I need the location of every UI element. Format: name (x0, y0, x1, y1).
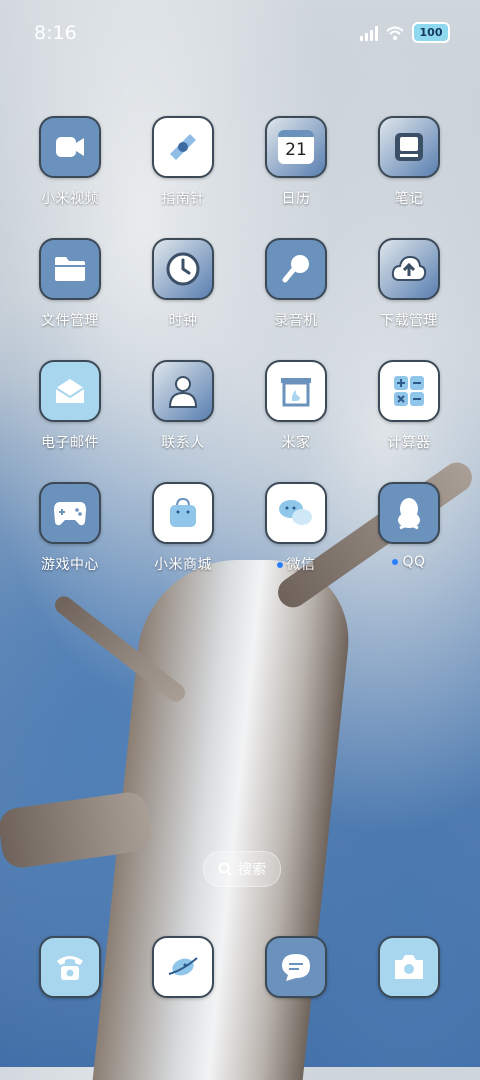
microphone-icon (265, 238, 327, 300)
app-calculator[interactable]: 计算器 (354, 360, 464, 470)
app-clock[interactable]: 时钟 (128, 238, 238, 348)
app-label: 笔记 (394, 191, 424, 207)
home-fireplace-icon (265, 360, 327, 422)
app-label: 时钟 (168, 313, 198, 329)
app-label-text: 微信 (286, 557, 316, 573)
app-email[interactable]: 电子邮件 (15, 360, 125, 470)
dock-browser[interactable] (128, 936, 238, 1000)
calendar-icon: 21 (265, 116, 327, 178)
app-label: 微信 (241, 554, 351, 574)
app-download-manager[interactable]: 下载管理 (354, 238, 464, 348)
app-notes[interactable]: 笔记 (354, 116, 464, 226)
app-mi-video[interactable]: 小米视频 (15, 116, 125, 226)
app-label: 电子邮件 (41, 435, 99, 451)
app-label: QQ (354, 554, 464, 570)
app-label: 小米商城 (154, 557, 212, 573)
app-label: 录音机 (274, 313, 318, 329)
app-label: 游戏中心 (41, 557, 99, 573)
cloud-download-icon (378, 238, 440, 300)
app-calendar[interactable]: 21 日历 (241, 116, 351, 226)
notification-dot (276, 562, 283, 568)
contact-person-icon (152, 360, 214, 422)
search-label: 搜索 (238, 862, 266, 878)
dock-camera[interactable] (354, 936, 464, 1000)
app-contacts[interactable]: 联系人 (128, 360, 238, 470)
app-label: 计算器 (387, 435, 431, 451)
shopping-bag-icon (152, 482, 214, 544)
mail-icon (39, 360, 101, 422)
video-camera-icon (39, 116, 101, 178)
clock-icon (152, 238, 214, 300)
camera-icon (378, 936, 440, 998)
notification-dot (392, 559, 399, 565)
phone-icon (39, 936, 101, 998)
dock-messages[interactable] (241, 936, 351, 1000)
app-label: 联系人 (161, 435, 205, 451)
app-recorder[interactable]: 录音机 (241, 238, 351, 348)
calculator-icon (378, 360, 440, 422)
battery-icon: 100 (412, 22, 450, 43)
app-qq[interactable]: QQ (354, 482, 464, 592)
calendar-day: 21 (285, 140, 307, 160)
chat-bubbles-icon (265, 482, 327, 544)
app-label: 小米视频 (41, 191, 99, 207)
search-icon (218, 862, 232, 876)
app-compass[interactable]: 指南针 (128, 116, 238, 226)
app-game-center[interactable]: 游戏中心 (15, 482, 125, 592)
wifi-icon (386, 26, 404, 40)
dock-phone[interactable] (15, 936, 125, 1000)
notes-icon (378, 116, 440, 178)
app-label-text: QQ (402, 554, 426, 570)
folder-icon (39, 238, 101, 300)
app-file-manager[interactable]: 文件管理 (15, 238, 125, 348)
dock (0, 936, 480, 1000)
penguin-icon (378, 482, 440, 544)
status-time: 8:16 (34, 22, 77, 44)
signal-icon (360, 25, 378, 41)
search-button[interactable]: 搜索 (203, 851, 281, 887)
browser-icon (152, 936, 214, 998)
compass-icon (152, 116, 214, 178)
app-label: 文件管理 (41, 313, 99, 329)
status-icons: 100 (360, 22, 450, 43)
messages-icon (265, 936, 327, 998)
app-label: 指南针 (161, 191, 205, 207)
app-label: 下载管理 (380, 313, 438, 329)
status-bar: 8:16 100 (0, 0, 480, 66)
app-mi-home[interactable]: 米家 (241, 360, 351, 470)
app-label: 日历 (281, 191, 311, 207)
app-wechat[interactable]: 微信 (241, 482, 351, 592)
app-mi-store[interactable]: 小米商城 (128, 482, 238, 592)
gamepad-icon (39, 482, 101, 544)
app-label: 米家 (281, 435, 311, 451)
